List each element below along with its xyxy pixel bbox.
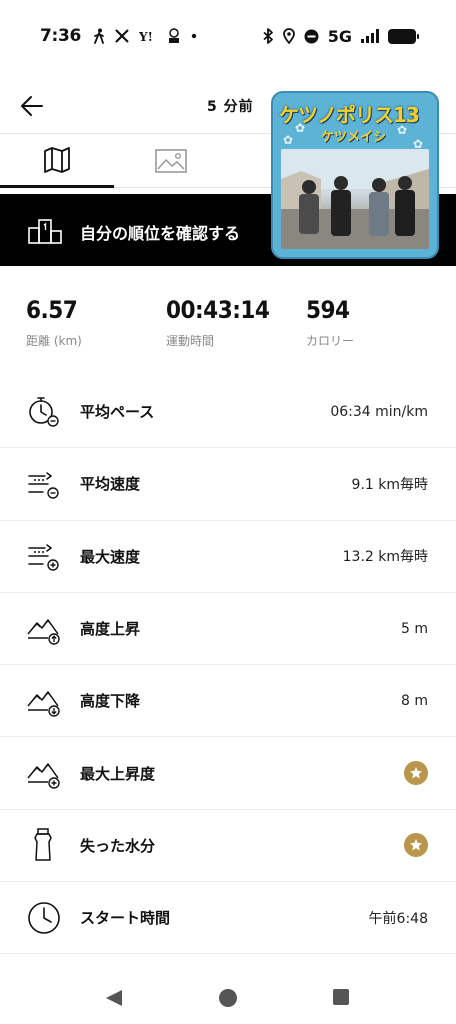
metric-value: 9.1 km毎時 xyxy=(351,476,428,493)
distance-label: 距離 (km) xyxy=(26,334,82,348)
notification-icons: Y! xyxy=(93,28,197,44)
metric-max-speed: 最大速度 13.2 km毎時 xyxy=(0,521,456,593)
metric-label: 平均ペース xyxy=(80,403,155,422)
metric-elevation-gain: 高度上昇 5 m xyxy=(0,593,456,666)
premium-star-icon[interactable] xyxy=(404,761,428,786)
nav-back-icon[interactable] xyxy=(104,988,124,1008)
status-bar: 7:36 Y! 5G xyxy=(0,0,456,72)
back-arrow-icon[interactable] xyxy=(18,92,46,120)
app-icon xyxy=(169,28,180,43)
metric-label: 高度上昇 xyxy=(80,620,141,639)
map-icon xyxy=(44,146,70,173)
nav-home-icon[interactable] xyxy=(218,988,238,1008)
location-icon xyxy=(282,28,295,44)
status-time: 7:36 xyxy=(40,26,82,46)
metric-max-elevation[interactable]: 最大上昇度 xyxy=(0,737,456,810)
signal-icon xyxy=(361,29,379,43)
metric-label: 最大上昇度 xyxy=(80,764,156,783)
activity-time-ago: 5 分前 xyxy=(207,99,254,115)
image-icon xyxy=(155,149,187,173)
distance-value: 6.57 xyxy=(26,296,78,324)
album-artist: ケツメイシ xyxy=(321,130,387,145)
speed-avg-icon xyxy=(28,472,59,499)
water-bottle-icon xyxy=(34,828,52,862)
metric-avg-pace: 平均ペース 06:34 min/km xyxy=(0,376,456,449)
speed-max-icon xyxy=(28,544,59,571)
summary-stats: 6.57 距離 (km) 00:43:14 運動時間 594 カロリー xyxy=(0,296,456,356)
dot-icon xyxy=(191,33,197,39)
metric-value: 06:34 min/km xyxy=(330,403,428,420)
metric-elevation-loss: 高度下降 8 m xyxy=(0,665,456,738)
clock-icon xyxy=(28,901,60,934)
album-photo xyxy=(281,149,429,249)
metric-value: 8 m xyxy=(401,692,428,709)
network-type: 5G xyxy=(327,26,352,46)
band-photo-illustration xyxy=(281,149,429,249)
stat-duration: 00:43:14 運動時間 xyxy=(166,296,270,349)
metric-value: 5 m xyxy=(401,620,428,637)
ranking-label: 自分の順位を確認する xyxy=(80,224,241,243)
album-title: ケツノポリス13 xyxy=(279,103,420,127)
battery-icon xyxy=(388,28,419,44)
metric-avg-speed: 平均速度 9.1 km毎時 xyxy=(0,448,456,521)
tab-photo[interactable] xyxy=(114,134,228,188)
stopwatch-icon xyxy=(29,396,59,427)
metric-label: 失った水分 xyxy=(80,836,156,855)
elevation-max-icon xyxy=(27,763,60,789)
metric-water-lost[interactable]: 失った水分 xyxy=(0,810,456,883)
x-logo-icon xyxy=(115,29,129,43)
elevation-loss-icon xyxy=(27,691,60,717)
metric-label: 平均速度 xyxy=(80,475,141,494)
metric-value: 午前6:48 xyxy=(368,910,428,927)
nav-recents-icon[interactable] xyxy=(332,988,350,1006)
podium-icon xyxy=(28,219,62,244)
system-icons: 5G xyxy=(262,26,419,46)
duration-label: 運動時間 xyxy=(166,334,215,348)
dnd-icon xyxy=(304,29,319,43)
calories-value: 594 xyxy=(306,296,350,324)
album-art-overlay[interactable]: ✿ ✿ ✿ ✿ ケツノポリス13 ケツメイシ xyxy=(271,91,439,259)
yahoo-icon: Y! xyxy=(139,30,153,43)
calories-label: カロリー xyxy=(306,334,355,348)
metric-value: 13.2 km毎時 xyxy=(342,549,428,566)
metric-label: 最大速度 xyxy=(80,547,141,566)
metrics-list: 平均ペース 06:34 min/km 平均速度 9.1 km毎時 最大速度 13… xyxy=(0,376,456,955)
metric-label: 高度下降 xyxy=(80,692,141,711)
stat-distance: 6.57 距離 (km) xyxy=(26,296,82,349)
svg-text:Y!: Y! xyxy=(139,30,153,43)
premium-star-icon[interactable] xyxy=(404,833,428,858)
stat-calories: 594 カロリー xyxy=(306,296,354,349)
system-nav-bar xyxy=(0,970,456,1024)
metric-start-time: スタート時間 午前6:48 xyxy=(0,882,456,955)
walking-icon xyxy=(94,28,104,44)
tab-map[interactable] xyxy=(0,134,114,188)
duration-value: 00:43:14 xyxy=(166,296,270,324)
bluetooth-icon xyxy=(263,28,273,44)
metric-label: スタート時間 xyxy=(80,909,171,928)
elevation-gain-icon xyxy=(27,618,60,645)
